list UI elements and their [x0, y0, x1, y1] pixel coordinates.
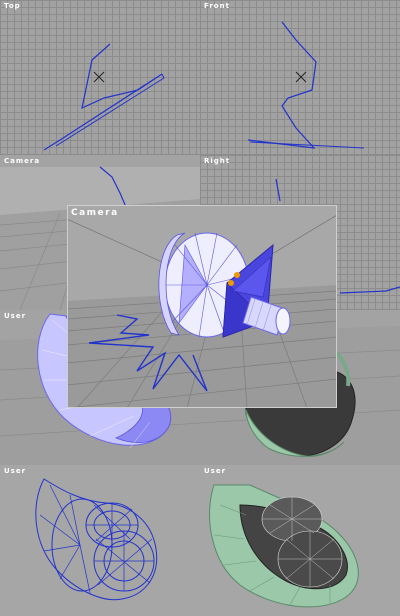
pivot-cross-icon [295, 71, 307, 83]
viewport-label: User [204, 467, 227, 475]
viewport-label: Front [204, 2, 230, 10]
viewport-label: Camera [71, 208, 119, 218]
front-view-wireframe [247, 21, 365, 149]
user-textured-viewport[interactable]: User [200, 465, 400, 616]
viewport-label: Top [4, 2, 21, 10]
camera-main-scene [67, 214, 337, 408]
user-textured-mesh [209, 484, 359, 608]
camera-main-viewport[interactable]: Camera [67, 205, 337, 408]
pivot-cross-icon [93, 71, 105, 83]
front-viewport[interactable]: Front [200, 0, 400, 155]
viewport-label: Right [204, 157, 231, 165]
user-wire-viewport[interactable]: User [0, 465, 200, 616]
viewport-label: User [4, 312, 27, 320]
top-viewport[interactable]: Top [0, 0, 200, 155]
user-wire-mesh [35, 478, 158, 601]
viewport-label: User [4, 467, 27, 475]
top-view-wireframe [43, 43, 165, 151]
viewport-label: Camera [4, 157, 41, 165]
